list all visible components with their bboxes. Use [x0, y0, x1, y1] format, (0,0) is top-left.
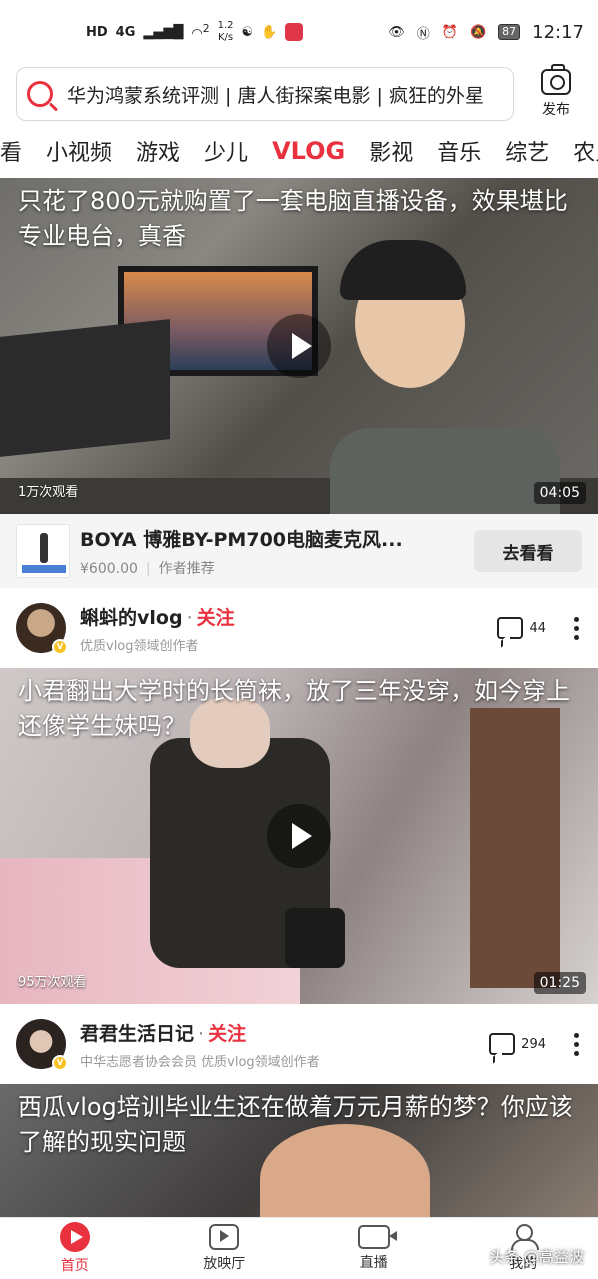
tab-games[interactable]: 游戏: [124, 135, 192, 167]
net-speed-value: 1.2: [217, 20, 234, 31]
nfc-icon: Ⓝ: [416, 26, 430, 42]
follow-button[interactable]: 关注: [208, 1023, 246, 1045]
play-button-icon[interactable]: [267, 804, 331, 868]
product-tag: 作者推荐: [158, 560, 215, 577]
go-see-button[interactable]: 去看看: [474, 530, 582, 572]
net-speed-unit: K/s: [218, 32, 234, 43]
category-tabs: 看 小视频 游戏 少儿 VLOG 影视 音乐 综艺 农人: [0, 124, 598, 178]
hand-icon: ✋: [261, 24, 278, 40]
video-duration: 01:25: [533, 972, 586, 994]
microphone-product-image: [16, 524, 70, 578]
watermark: 头条 @高益波: [489, 1248, 584, 1266]
more-options-icon[interactable]: [574, 1032, 580, 1056]
clock: 12:17: [532, 21, 584, 43]
comment-count: 44: [529, 620, 546, 636]
author-name[interactable]: 君君生活日记: [80, 1023, 194, 1045]
home-play-icon: [59, 1222, 90, 1252]
video-thumbnail[interactable]: 西瓜vlog培训毕业生还在做着万元月薪的梦？你应该了解的现实问题: [0, 1084, 598, 1220]
net-speed: 1.2 K/s: [218, 20, 234, 44]
more-options-icon[interactable]: [574, 616, 580, 640]
video-thumbnail[interactable]: 只花了800元就购置了一套电脑直播设备，效果堪比专业电台，真香 1万次观看 04…: [0, 178, 598, 514]
author-row: V 君君生活日记 · 关注 中华志愿者协会会员 优质vlog领域创作者 294: [0, 1004, 598, 1084]
avatar[interactable]: V: [16, 603, 68, 655]
comment-icon: [497, 617, 524, 639]
tab-music[interactable]: 音乐: [425, 135, 493, 167]
network-type-indicator: 4G: [115, 24, 136, 40]
video-duration: 04:05: [533, 482, 586, 504]
nav-screening-hall-label: 放映厅: [203, 1256, 246, 1272]
tab-vlog[interactable]: VLOG: [260, 137, 357, 165]
nav-home[interactable]: 首页: [0, 1218, 150, 1279]
person-shoulders: [330, 428, 560, 514]
video-thumbnail[interactable]: 小君翻出大学时的长筒袜，放了三年没穿，如今穿上还像学生妹吗？ 95万次观看 01…: [0, 668, 598, 1004]
product-title: BOYA 博雅BY-PM700电脑麦克风...: [80, 528, 403, 551]
comment-button[interactable]: 294: [489, 1033, 546, 1055]
app-notification-icon: ☯: [241, 24, 254, 40]
verified-v-icon: V: [52, 639, 68, 655]
separator-dot: ·: [186, 606, 193, 629]
verified-v-icon: V: [52, 1055, 68, 1071]
live-camera-icon: [357, 1225, 397, 1249]
search-icon: [27, 81, 53, 107]
tab-partial-left[interactable]: 看: [0, 135, 34, 167]
separator-dot: ·: [198, 1022, 205, 1045]
comment-count: 294: [521, 1036, 546, 1052]
wifi-badge: 2: [202, 22, 210, 36]
nav-live[interactable]: 直播: [299, 1218, 449, 1279]
wifi-icon: ◠2: [191, 22, 210, 42]
tab-kids[interactable]: 少儿: [192, 135, 260, 167]
mute-icon: 🔕: [469, 24, 487, 40]
product-price: ¥600.00: [80, 560, 138, 577]
sneaker: [285, 908, 345, 968]
avatar[interactable]: V: [16, 1019, 68, 1071]
signal-icon: ▂▄▆█: [143, 24, 184, 40]
publish-button[interactable]: 发布: [528, 64, 584, 119]
author-description: 优质vlog领域创作者: [80, 638, 199, 654]
publish-label: 发布: [542, 102, 570, 118]
video-title[interactable]: 小君翻出大学时的长筒袜，放了三年没穿，如今穿上还像学生妹吗？: [18, 674, 580, 744]
tab-film-tv[interactable]: 影视: [357, 135, 425, 167]
divider: |: [145, 560, 151, 577]
laptop-image: [0, 319, 170, 457]
battery-indicator: 87: [498, 24, 521, 40]
nav-screening-hall[interactable]: 放映厅: [150, 1218, 300, 1279]
screening-hall-icon: [209, 1224, 240, 1250]
bottom-navigation: 首页 放映厅 直播 我的 头条 @高益波: [0, 1217, 598, 1279]
tab-short-video[interactable]: 小视频: [34, 135, 124, 167]
author-name[interactable]: 蝌蚪的vlog: [80, 607, 183, 629]
search-suggestion-text: 华为鸿蒙系统评测 | 唐人街探案电影 | 疯狂的外星: [67, 84, 484, 107]
alarm-icon: ⏰: [441, 24, 458, 40]
comment-button[interactable]: 44: [497, 617, 546, 639]
comment-icon: [489, 1033, 516, 1055]
play-button-icon[interactable]: [267, 314, 331, 378]
status-bar: HD 4G ▂▄▆█ ◠2 1.2 K/s ☯ ✋ 👁 Ⓝ ⏰ 🔕 87 12:…: [0, 0, 598, 64]
door-frame: [470, 708, 560, 988]
author-description: 中华志愿者协会会员 优质vlog领域创作者: [80, 1054, 320, 1070]
nav-live-label: 直播: [359, 1255, 388, 1271]
tab-farmers[interactable]: 农人: [561, 135, 598, 167]
follow-button[interactable]: 关注: [197, 607, 235, 629]
author-row: V 蝌蚪的vlog · 关注 优质vlog领域创作者 44: [0, 588, 598, 668]
search-input[interactable]: 华为鸿蒙系统评测 | 唐人街探案电影 | 疯狂的外星: [16, 67, 514, 121]
red-app-icon: [285, 23, 304, 41]
hd-indicator: HD: [86, 24, 108, 40]
view-count: 1万次观看: [18, 485, 79, 500]
tab-variety[interactable]: 综艺: [493, 135, 561, 167]
video-title[interactable]: 只花了800元就购置了一套电脑直播设备，效果堪比专业电台，真香: [18, 184, 580, 254]
eye-icon: 👁: [388, 24, 405, 40]
video-title[interactable]: 西瓜vlog培训毕业生还在做着万元月薪的梦？你应该了解的现实问题: [18, 1090, 580, 1160]
view-count: 95万次观看: [18, 975, 87, 990]
camera-icon: [541, 64, 571, 95]
nav-home-label: 首页: [60, 1258, 89, 1274]
product-ad[interactable]: BOYA 博雅BY-PM700电脑麦克风... ¥600.00 | 作者推荐 去看看: [0, 514, 598, 588]
search-row: 华为鸿蒙系统评测 | 唐人街探案电影 | 疯狂的外星 发布: [0, 64, 598, 124]
